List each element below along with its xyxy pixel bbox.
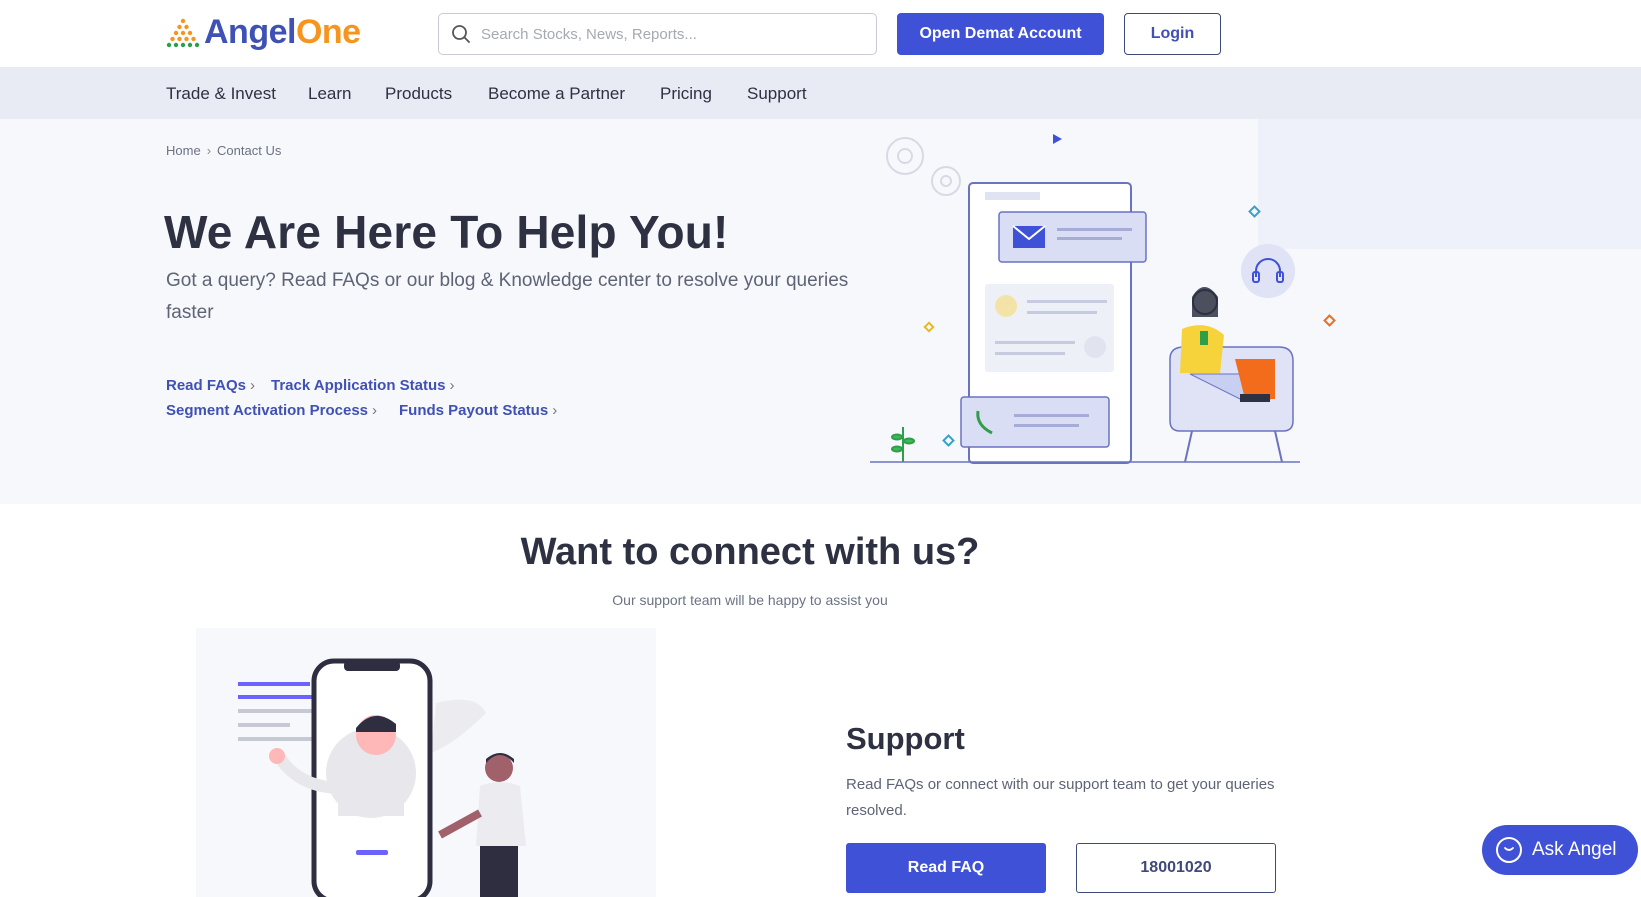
hero-section: Home › Contact Us We Are Here To Help Yo…: [0, 119, 1641, 504]
search-icon: [452, 25, 470, 43]
diamond-icon: [942, 434, 955, 447]
chevron-right-icon: ›: [552, 402, 558, 419]
logo-wordmark: AngelOne: [204, 12, 361, 51]
connect-subtitle: Our support team will be happy to assist…: [612, 592, 888, 608]
plant-icon: [891, 427, 915, 462]
mail-icon: [1012, 225, 1046, 248]
segment-activation-process-link[interactable]: Segment Activation Process ›: [166, 402, 377, 419]
top-header: AngelOne Open Demat Account Login: [0, 0, 1641, 67]
main-nav: Trade & Invest Learn Products Become a P…: [0, 67, 1641, 119]
breadcrumb-separator: ›: [206, 143, 212, 158]
chevron-right-icon: ›: [372, 402, 378, 419]
support-title: Support: [846, 721, 965, 756]
nav-item-products[interactable]: Products: [385, 84, 452, 104]
funds-payout-status-link[interactable]: Funds Payout Status ›: [399, 402, 557, 419]
nav-item-support[interactable]: Support: [747, 84, 807, 104]
logo-triangle-icon: [166, 18, 200, 48]
support-description: Read FAQs or connect with our support te…: [846, 776, 1275, 819]
diamond-icon: [1323, 314, 1336, 327]
user-avatar-icon: [1084, 336, 1106, 358]
breadcrumb: Home › Contact Us: [166, 143, 281, 158]
page-title: We Are Here To Help You!: [164, 206, 729, 258]
ask-angel-chat-button[interactable]: Ask Angel: [1482, 825, 1638, 875]
angelone-logo[interactable]: AngelOne: [166, 12, 361, 52]
chevron-right-icon: ›: [449, 377, 455, 394]
read-faq-button[interactable]: Read FAQ: [846, 843, 1046, 893]
hero-subtitle: Got a query? Read FAQs or our blog & Kno…: [166, 270, 849, 323]
read-faqs-link[interactable]: Read FAQs ›: [166, 377, 255, 394]
track-application-status-link[interactable]: Track Application Status ›: [271, 377, 455, 394]
nav-item-learn[interactable]: Learn: [308, 84, 351, 104]
support-illustration: [196, 628, 656, 897]
user-avatar-icon: [995, 295, 1017, 317]
play-icon: [1053, 134, 1062, 144]
login-button[interactable]: Login: [1124, 13, 1221, 55]
diamond-icon: [923, 321, 935, 333]
breadcrumb-home[interactable]: Home: [166, 143, 201, 158]
diamond-icon: [1248, 205, 1261, 218]
search-box[interactable]: [438, 13, 877, 55]
support-phone-button[interactable]: 18001020: [1076, 843, 1276, 893]
connect-title: Want to connect with us?: [520, 531, 980, 573]
chevron-right-icon: ›: [250, 377, 256, 394]
search-input[interactable]: [481, 25, 861, 43]
ask-angel-label: Ask Angel: [1532, 839, 1617, 860]
chat-bubble-icon: [1496, 837, 1522, 863]
nav-item-become-partner[interactable]: Become a Partner: [488, 84, 625, 104]
nav-item-trade-invest[interactable]: Trade & Invest: [166, 84, 276, 104]
gear-icon: [886, 137, 961, 196]
nav-item-pricing[interactable]: Pricing: [660, 84, 712, 104]
breadcrumb-current: Contact Us: [217, 143, 282, 158]
open-demat-account-button[interactable]: Open Demat Account: [897, 13, 1104, 55]
help-illustration: [870, 119, 1641, 464]
